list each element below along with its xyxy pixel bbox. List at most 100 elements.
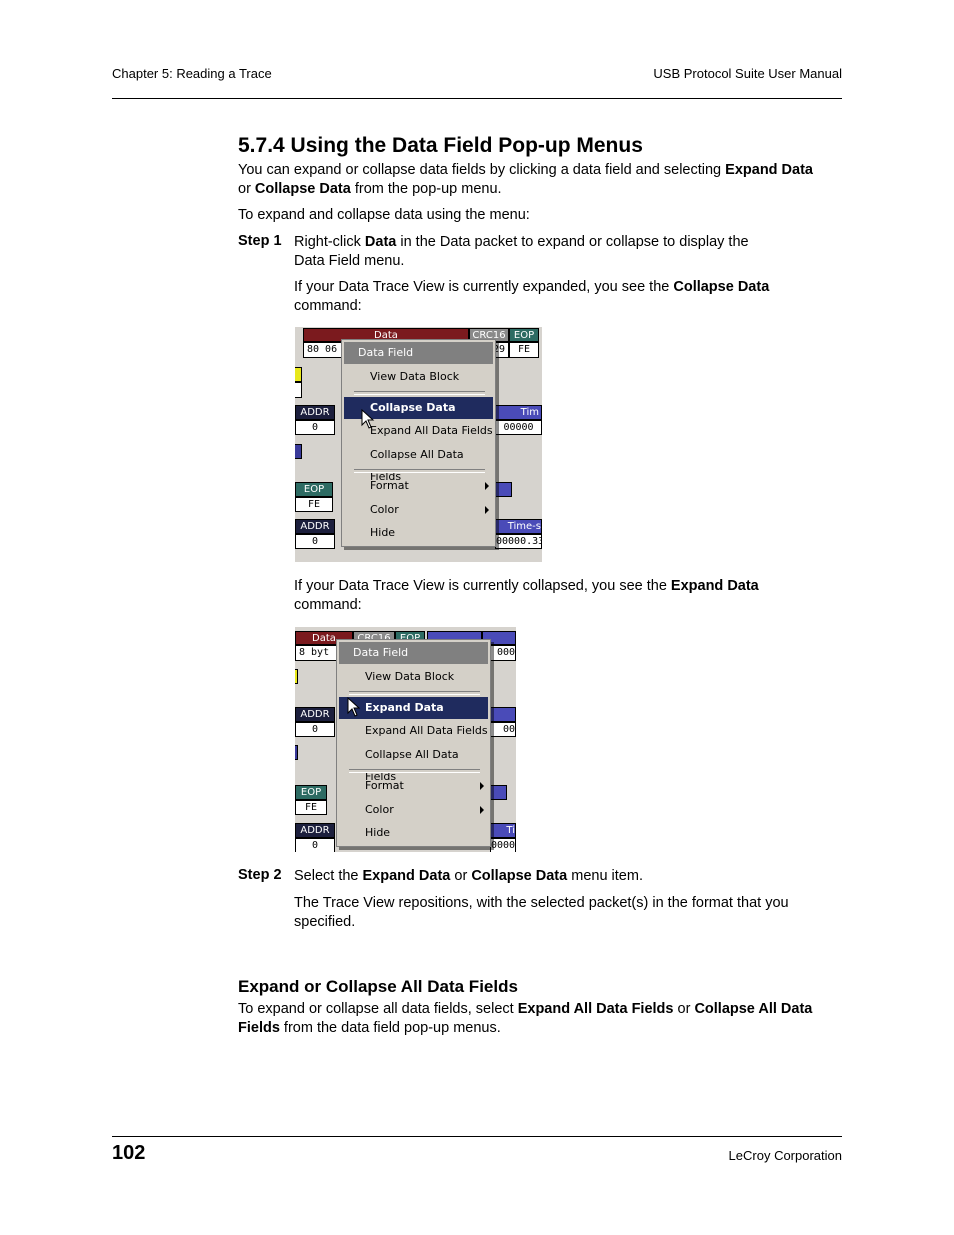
menu-separator — [349, 769, 480, 773]
subsection-collapse-all: Collapse All Data — [694, 1001, 813, 1017]
step1-text-part: Data Field menu. — [294, 253, 405, 269]
field-addr2-header: ADDR — [295, 519, 335, 534]
step1-data-keyword: Data — [364, 234, 397, 250]
field-stub — [295, 367, 302, 382]
field-time-header: Tim — [495, 405, 542, 420]
field-addr-header: ADDR — [295, 707, 335, 722]
step2-label: Step 2 — [238, 867, 282, 883]
field-time-value: 00000 — [495, 420, 542, 435]
field-addr-value: 0 — [295, 420, 335, 435]
field-time2-value: 0000 — [490, 838, 516, 852]
data-field-context-menu: Data Field View Data Block Expand Data E… — [336, 639, 491, 847]
collapsed-note-text: command: — [294, 597, 362, 613]
field-eop-header: EOP — [509, 328, 539, 342]
field-stub — [295, 669, 298, 684]
menu-item-format[interactable]: Format — [339, 775, 488, 797]
step2-text-part: Select the — [294, 868, 363, 884]
field-stub — [295, 745, 298, 760]
menu-item-color[interactable]: Color — [339, 799, 488, 821]
field-stub — [495, 482, 512, 497]
menu-item-format[interactable]: Format — [344, 475, 493, 497]
running-header-title: USB Protocol Suite User Manual — [653, 66, 842, 81]
menu-item-collapse-all[interactable]: Collapse All Data Fields — [344, 444, 493, 483]
submenu-arrow-icon — [485, 482, 489, 490]
field-eop2-header: EOP — [295, 482, 333, 497]
subsection-expand-all: Expand All Data Fields — [517, 1001, 674, 1017]
expanded-note-text: If your Data Trace View is currently exp… — [294, 279, 674, 295]
field-stub — [490, 785, 507, 800]
menu-title: Data Field — [344, 342, 493, 364]
expanded-note: If your Data Trace View is currently exp… — [294, 278, 844, 316]
subsection-text: or — [673, 1001, 695, 1017]
section-title: 5.7.4 Using the Data Field Pop-up Menus — [238, 134, 643, 157]
mouse-cursor-icon — [361, 409, 375, 429]
menu-item-color-label: Color — [365, 803, 394, 816]
field-eop-value: FE — [509, 342, 539, 358]
intro-text: from the pop-up menu. — [350, 181, 502, 197]
field-addr2-header: ADDR — [295, 823, 335, 838]
submenu-arrow-icon — [480, 806, 484, 814]
running-header-chapter: Chapter 5: Reading a Trace — [112, 66, 272, 81]
screenshot-collapse-data: Data CRC16 EOP 80 06 29 FE ADDR 0 Tim 00… — [295, 327, 542, 562]
field-time2-header: Ti — [490, 823, 516, 838]
intro-paragraph: You can expand or collapse data fields b… — [238, 161, 848, 199]
intro-expand-data: Expand Data — [725, 162, 813, 178]
menu-item-expand-data[interactable]: Expand Data — [339, 697, 488, 719]
subsection-paragraph: To expand or collapse all data fields, s… — [238, 1000, 848, 1038]
menu-title: Data Field — [339, 642, 488, 664]
header-rule — [112, 98, 842, 99]
expanded-note-command: Collapse Data — [673, 279, 770, 295]
field-eop2-value: FE — [295, 497, 333, 512]
field-stub — [490, 707, 516, 722]
menu-item-view-data-block[interactable]: View Data Block — [344, 366, 493, 388]
footer-company: LeCroy Corporation — [728, 1148, 842, 1163]
field-addr2-value: 0 — [295, 838, 335, 852]
field-addr-header: ADDR — [295, 405, 335, 420]
field-time-value: 00 — [490, 722, 516, 737]
step2-text-part: or — [450, 868, 472, 884]
subsection-text: To expand or collapse all data fields, s… — [238, 1001, 518, 1017]
expanded-note-text: command: — [294, 298, 362, 314]
intro-text: or — [238, 181, 255, 197]
intro-collapse-data: Collapse Data — [254, 181, 351, 197]
step2-expand-data: Expand Data — [362, 868, 451, 884]
field-eop2-value: FE — [295, 800, 327, 815]
field-eop2-header: EOP — [295, 785, 327, 800]
intro-text: You can expand or collapse data fields b… — [238, 162, 726, 178]
step1-text: Right-click Data in the Data packet to e… — [294, 233, 844, 271]
footer-rule — [112, 1136, 842, 1137]
menu-item-color[interactable]: Color — [344, 499, 493, 521]
menu-item-format-label: Format — [370, 479, 409, 492]
subsection-collapse-all: Fields — [238, 1020, 280, 1036]
menu-item-view-data-block[interactable]: View Data Block — [339, 666, 488, 688]
field-stub — [295, 444, 302, 459]
step2-text-part: menu item. — [567, 868, 643, 884]
collapsed-note-text: If your Data Trace View is currently col… — [294, 578, 671, 594]
submenu-arrow-icon — [480, 782, 484, 790]
mouse-cursor-icon — [347, 697, 361, 717]
data-field-context-menu: Data Field View Data Block Collapse Data… — [341, 339, 496, 547]
field-stub-value — [295, 382, 302, 398]
subsection-text: from the data field pop-up menus. — [279, 1020, 501, 1036]
collapsed-note-command: Expand Data — [670, 578, 759, 594]
step1-text-part: in the Data packet to expand or collapse… — [396, 234, 749, 250]
menu-separator — [349, 691, 480, 695]
lead-text: To expand and collapse data using the me… — [238, 207, 530, 223]
step2-text: Select the Expand Data or Collapse Data … — [294, 867, 844, 886]
menu-item-hide[interactable]: Hide — [339, 822, 488, 844]
field-time2-header: Time-s — [495, 519, 542, 534]
subsection-title: Expand or Collapse All Data Fields — [238, 977, 518, 996]
page-number: 102 — [112, 1142, 146, 1164]
menu-item-collapse-all[interactable]: Collapse All Data Fields — [339, 744, 488, 783]
screenshot-expand-data: Data CRC16 EOP 8 byt 000 ADDR 0 00 EOP F… — [295, 627, 516, 852]
field-addr-value: 0 — [295, 722, 335, 737]
menu-item-expand-all[interactable]: Expand All Data Fields — [339, 720, 488, 742]
menu-separator — [354, 391, 485, 395]
step2-collapse-data: Collapse Data — [471, 868, 568, 884]
menu-separator — [354, 469, 485, 473]
step2-result: The Trace View repositions, with the sel… — [294, 895, 789, 930]
menu-item-hide[interactable]: Hide — [344, 522, 493, 544]
submenu-arrow-icon — [485, 506, 489, 514]
menu-item-format-label: Format — [365, 779, 404, 792]
step1-label: Step 1 — [238, 233, 282, 249]
